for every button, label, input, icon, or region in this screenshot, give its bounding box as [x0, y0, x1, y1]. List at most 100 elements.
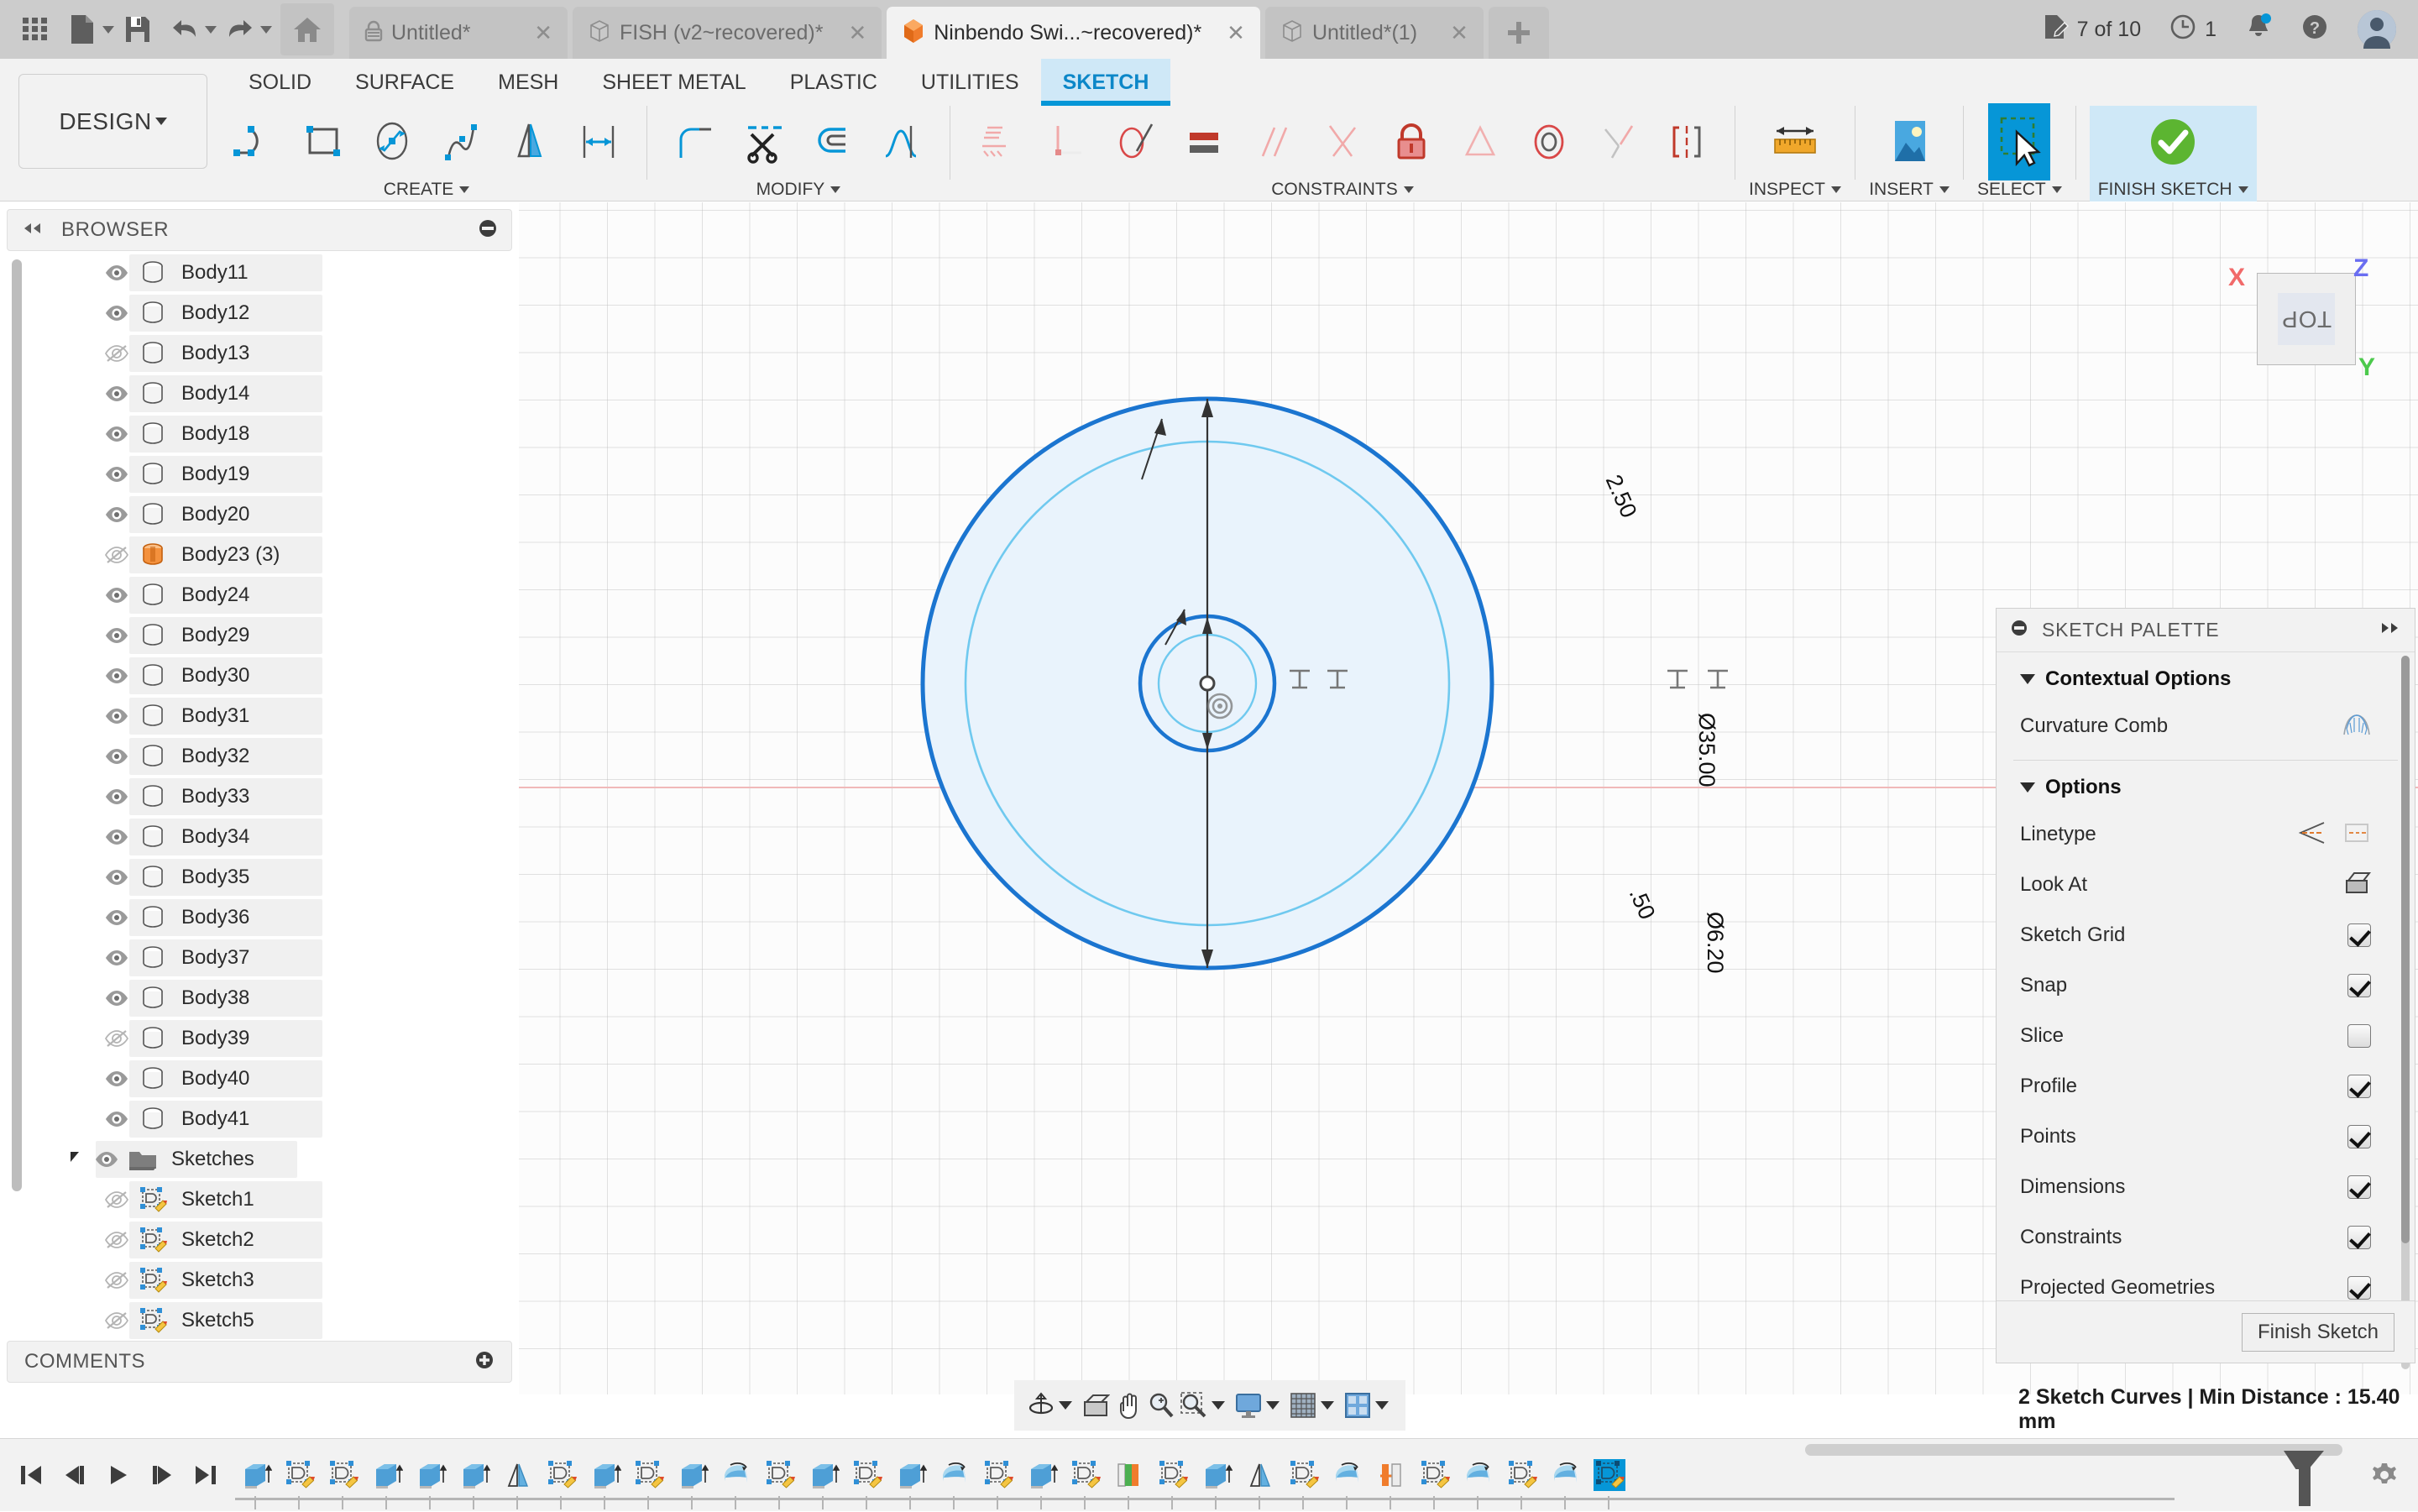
display-settings-icon[interactable]	[1232, 1384, 1264, 1427]
eye-hidden-icon[interactable]	[99, 1029, 134, 1048]
browser-item-body40[interactable]: Body40	[0, 1059, 519, 1099]
orbit-caret-icon[interactable]	[1059, 1401, 1072, 1410]
eye-visible-icon[interactable]	[99, 505, 134, 524]
concentric-icon[interactable]	[1515, 107, 1583, 176]
plus-circle-icon[interactable]	[474, 1350, 495, 1374]
timeline-feature-31[interactable]	[1590, 1454, 1629, 1509]
palette-row-look-at[interactable]: Look At	[1997, 860, 2415, 910]
tab-plastic[interactable]: PLASTIC	[768, 59, 899, 106]
eye-visible-icon[interactable]	[99, 707, 134, 725]
design-workspace-button[interactable]: DESIGN	[18, 74, 207, 169]
browser-item-body33[interactable]: Body33	[0, 777, 519, 817]
document-tab-1[interactable]: FISH (v2~recovered)* ✕	[573, 7, 882, 59]
eye-visible-icon[interactable]	[99, 425, 134, 443]
go-to-start-icon[interactable]	[12, 1455, 50, 1495]
eye-visible-icon[interactable]	[99, 385, 134, 403]
close-icon[interactable]: ✕	[517, 20, 552, 46]
eye-visible-icon[interactable]	[99, 667, 134, 685]
tab-solid[interactable]: SOLID	[227, 59, 333, 106]
tab-mesh[interactable]: MESH	[476, 59, 580, 106]
redo-icon[interactable]	[217, 6, 264, 53]
timeline-feature-30[interactable]	[1547, 1454, 1585, 1509]
document-tab-0[interactable]: Untitled* ✕	[349, 7, 568, 59]
trim-icon[interactable]	[730, 107, 798, 176]
projected-geometries-checkbox[interactable]	[2347, 1276, 2371, 1300]
timeline-feature-18[interactable]	[1023, 1454, 1061, 1509]
chevron-down-icon[interactable]	[1831, 186, 1842, 193]
zoom-icon[interactable]	[1144, 1384, 1177, 1427]
redo-caret-icon[interactable]	[260, 25, 272, 34]
eye-hidden-icon[interactable]	[99, 1190, 134, 1209]
offset-icon[interactable]	[798, 107, 867, 176]
timeline-feature-14[interactable]	[848, 1454, 887, 1509]
timeline-feature-19[interactable]	[1066, 1454, 1105, 1509]
points-checkbox[interactable]	[2347, 1125, 2371, 1148]
timeline-feature-11[interactable]	[717, 1454, 756, 1509]
circle-icon[interactable]	[358, 107, 427, 176]
browser-item-sketch5[interactable]: Sketch5	[0, 1300, 519, 1341]
browser-item-body11[interactable]: Body11	[0, 253, 519, 293]
eye-visible-icon[interactable]	[99, 1110, 134, 1128]
minus-circle-icon[interactable]	[478, 218, 498, 243]
palette-row-constraints[interactable]: Constraints	[1997, 1212, 2415, 1263]
chevron-down-icon[interactable]	[1939, 186, 1950, 193]
timeline-feature-3[interactable]	[368, 1454, 406, 1509]
palette-scrollbar[interactable]	[2401, 656, 2410, 1369]
eye-hidden-icon[interactable]	[99, 344, 134, 363]
eye-hidden-icon[interactable]	[99, 546, 134, 564]
browser-item-body34[interactable]: Body34	[0, 817, 519, 857]
minus-circle-icon[interactable]	[2010, 619, 2028, 641]
mirror-icon[interactable]	[495, 107, 564, 176]
avatar[interactable]	[2358, 10, 2396, 49]
browser-item-body14[interactable]: Body14	[0, 374, 519, 414]
eye-visible-icon[interactable]	[99, 747, 134, 766]
palette-row-slice[interactable]: Slice	[1997, 1011, 2415, 1061]
go-to-end-icon[interactable]	[186, 1455, 225, 1495]
symmetry-icon[interactable]	[1652, 107, 1721, 176]
home-icon[interactable]	[280, 3, 334, 55]
chevron-down-icon[interactable]	[459, 186, 470, 193]
section-contextual-options[interactable]: Contextual Options	[1997, 652, 2415, 701]
viewports-icon[interactable]	[1341, 1384, 1374, 1427]
edits-counter[interactable]: 7 of 10	[2044, 13, 2141, 46]
comments-panel-header[interactable]: COMMENTS	[7, 1341, 512, 1383]
file-icon[interactable]	[59, 6, 106, 53]
look-at-icon[interactable]	[2344, 871, 2372, 900]
browser-item-body20[interactable]: Body20	[0, 494, 519, 535]
constraints-checkbox[interactable]	[2347, 1226, 2371, 1249]
timeline-end-marker[interactable]	[2299, 1451, 2311, 1506]
undo-icon[interactable]	[161, 6, 208, 53]
horizontal-vertical-icon[interactable]	[964, 107, 1033, 176]
display-settings-caret-icon[interactable]	[1266, 1401, 1280, 1410]
construction-line-icon[interactable]	[2297, 820, 2326, 850]
browser-item-body19[interactable]: Body19	[0, 454, 519, 494]
curvature-icon[interactable]	[867, 107, 936, 176]
palette-row-sketch-grid[interactable]: Sketch Grid	[1997, 910, 2415, 960]
new-tab-button[interactable]	[1488, 7, 1549, 59]
chevron-down-icon[interactable]	[830, 186, 841, 193]
timeline-feature-23[interactable]	[1241, 1454, 1280, 1509]
browser-item-sketch3[interactable]: Sketch3	[0, 1260, 519, 1300]
browser-item-body31[interactable]: Body31	[0, 696, 519, 736]
measure-icon[interactable]	[1755, 107, 1835, 176]
browser-item-body35[interactable]: Body35	[0, 857, 519, 897]
double-chevron-left-icon[interactable]	[21, 222, 43, 239]
palette-row-snap[interactable]: Snap	[1997, 960, 2415, 1011]
document-tab-3[interactable]: Untitled*(1) ✕	[1264, 7, 1484, 59]
eye-hidden-icon[interactable]	[99, 1231, 134, 1249]
eye-visible-icon[interactable]	[99, 264, 134, 282]
tab-sheet-metal[interactable]: SHEET METAL	[580, 59, 767, 106]
tab-sketch[interactable]: SKETCH	[1040, 59, 1171, 106]
browser-item-body41[interactable]: Body41	[0, 1099, 519, 1139]
collinear-icon[interactable]	[1583, 107, 1652, 176]
timeline-feature-1[interactable]	[280, 1454, 319, 1509]
sketch-grid-checkbox[interactable]	[2347, 923, 2371, 947]
equal-icon[interactable]	[1170, 107, 1239, 176]
step-back-icon[interactable]	[55, 1455, 94, 1495]
browser-item-body24[interactable]: Body24	[0, 575, 519, 615]
file-caret-icon[interactable]	[102, 25, 114, 34]
timeline-feature-7[interactable]	[542, 1454, 581, 1509]
timeline-feature-6[interactable]	[499, 1454, 537, 1509]
rectangle-icon[interactable]	[289, 107, 358, 176]
parallel-icon[interactable]	[1239, 107, 1308, 176]
